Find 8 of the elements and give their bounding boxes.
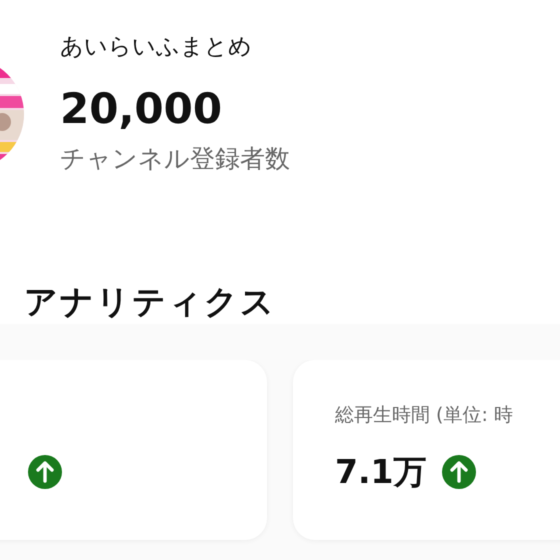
metric-value: 7.1万 xyxy=(335,452,426,492)
metric-label: 総再生時間 (単位: 時 xyxy=(335,403,514,428)
channel-name: あいらいふまとめ xyxy=(60,33,253,62)
metric-card[interactable]: 総再生時間 (単位: 時 7.1万 xyxy=(293,360,560,540)
subscriber-label: チャンネル登録者数 xyxy=(60,143,291,175)
metric-card[interactable] xyxy=(0,360,267,540)
section-title: アナリティクス xyxy=(0,250,560,324)
subscriber-count: 20,000 xyxy=(60,84,224,134)
